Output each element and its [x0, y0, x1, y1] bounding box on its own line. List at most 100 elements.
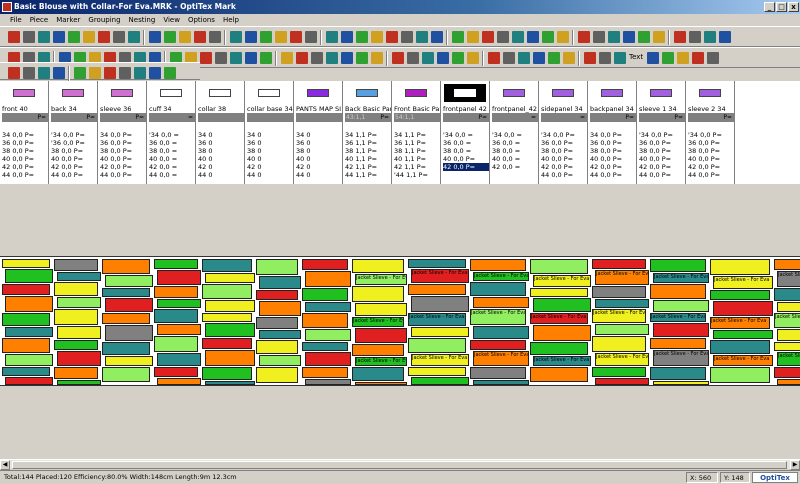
marker-piece[interactable] [205, 381, 255, 385]
marker-piece[interactable] [256, 317, 298, 329]
size-row[interactable]: 44 0 [296, 171, 342, 179]
tool-icon[interactable] [149, 67, 161, 79]
size-row[interactable]: 38 1,1 P= [345, 147, 391, 155]
marker-piece[interactable] [653, 381, 709, 385]
piece-tile[interactable]: sleeve 2 34 P= '34 0,0 P= 36 0,0 P= 38 0,0 P… [686, 81, 735, 184]
marker-piece[interactable] [650, 367, 706, 380]
size-row[interactable]: 38 0 [198, 147, 244, 155]
tool-icon[interactable] [719, 31, 731, 43]
tool-icon[interactable] [638, 31, 650, 43]
size-row[interactable]: 36 0 [247, 139, 293, 147]
marker-piece[interactable] [154, 367, 198, 377]
marker-piece[interactable] [473, 380, 529, 385]
size-row[interactable]: 34 1,1 P= [345, 131, 391, 139]
tool-icon[interactable] [497, 31, 509, 43]
piece-tile[interactable]: frontpanel 42 P= '34 0,0 = 36 0,0 = 38 0,0 =… [441, 81, 490, 184]
marker-piece[interactable] [470, 282, 526, 296]
marker-piece[interactable]: Jacket Slieve - For Eva [352, 317, 404, 327]
marker-piece[interactable] [256, 290, 298, 300]
size-row[interactable]: 36 0,0 P= [688, 139, 734, 147]
size-row[interactable]: 34 1,1 P= [394, 131, 440, 139]
tool-icon[interactable] [113, 31, 125, 43]
menu-view[interactable]: View [163, 16, 180, 24]
marker-piece[interactable] [54, 367, 98, 379]
marker-piece[interactable] [259, 330, 301, 339]
size-row[interactable]: 44 0,0 = [149, 171, 195, 179]
maximize-button[interactable]: □ [776, 2, 787, 12]
tool-icon[interactable] [296, 52, 308, 64]
tool-icon[interactable] [542, 31, 554, 43]
marker-piece[interactable] [592, 259, 646, 269]
size-row[interactable]: 36 0,0 = [492, 139, 538, 147]
piece-tile[interactable]: sleeve 1 34 P= '34 0,0 P= 36 0,0 P= 38 0,0 P… [637, 81, 686, 184]
size-row[interactable]: 42 0 [247, 163, 293, 171]
size-row[interactable]: 34 0,0 P= [590, 131, 636, 139]
marker-piece[interactable] [710, 290, 770, 300]
size-row[interactable]: 40 0,0 = [149, 155, 195, 163]
marker-piece[interactable] [157, 270, 201, 285]
tool-icon[interactable] [179, 31, 191, 43]
size-row[interactable]: 38 1,1 P= [394, 147, 440, 155]
marker-piece[interactable] [411, 296, 469, 312]
marker-piece[interactable] [154, 336, 198, 352]
marker-piece[interactable] [202, 313, 252, 322]
marker-piece[interactable] [302, 288, 348, 301]
tool-icon[interactable] [260, 52, 272, 64]
size-row[interactable]: 44 0,0 P= [688, 171, 734, 179]
close-button[interactable]: x [788, 2, 799, 12]
tool-icon[interactable] [290, 31, 302, 43]
size-row[interactable]: 40 0,0 P= [443, 155, 489, 163]
piece-tile[interactable]: collar 38 34 0 36 0 38 0 40 0 42 0 44 0 [196, 81, 245, 184]
tool-icon[interactable] [260, 31, 272, 43]
size-row[interactable]: 34 0 [296, 131, 342, 139]
tool-icon[interactable] [548, 52, 560, 64]
marker-piece[interactable] [302, 313, 348, 328]
marker-piece[interactable] [205, 273, 255, 283]
size-row[interactable]: 42 0,0 P= [590, 163, 636, 171]
marker-piece[interactable] [592, 367, 646, 377]
marker-piece[interactable] [54, 340, 98, 350]
marker-piece[interactable] [2, 259, 50, 268]
marker-piece[interactable] [202, 367, 252, 380]
tool-icon[interactable] [452, 31, 464, 43]
size-row[interactable]: 34 0,0 P= [2, 131, 48, 139]
tool-icon[interactable] [164, 67, 176, 79]
size-row[interactable]: 34 0 [247, 131, 293, 139]
marker-piece[interactable] [102, 367, 150, 382]
size-row[interactable]: 40 0 [247, 155, 293, 163]
marker-piece[interactable] [473, 297, 529, 308]
size-row[interactable]: '34 0,0 = [149, 131, 195, 139]
tool-icon[interactable] [431, 31, 443, 43]
marker-piece[interactable] [202, 284, 252, 299]
size-row[interactable]: 42 0,0 P= [541, 163, 587, 171]
tool-icon[interactable] [341, 31, 353, 43]
marker-piece[interactable] [777, 379, 800, 385]
marker-piece[interactable]: Jacket Slieve - For Eva [650, 313, 706, 322]
marker-piece[interactable]: Jacket Slieve - For Eva [595, 353, 649, 366]
marker-piece[interactable] [259, 355, 301, 366]
marker-piece[interactable] [5, 377, 53, 385]
tool-icon[interactable] [245, 52, 257, 64]
marker-piece[interactable]: Jacket Slieve - For Eva [470, 309, 526, 325]
piece-tile[interactable]: front 40 P= 34 0,0 P= 36 0,0 P= 38 0,0 P= 40 … [0, 81, 49, 184]
tool-icon[interactable] [593, 31, 605, 43]
tool-icon[interactable] [23, 31, 35, 43]
marker-piece[interactable] [408, 367, 466, 376]
tool-icon[interactable] [488, 52, 500, 64]
marker-piece[interactable] [355, 328, 407, 343]
marker-piece[interactable] [411, 377, 469, 385]
tool-icon[interactable] [8, 31, 20, 43]
size-row[interactable]: 44 0,0 P= [2, 171, 48, 179]
marker-piece[interactable] [157, 324, 201, 335]
size-row[interactable]: 36 0,0 = [149, 139, 195, 147]
piece-tile[interactable]: collar base 34 34 0 36 0 38 0 40 0 42 0 44 0 [245, 81, 294, 184]
tool-icon[interactable] [527, 31, 539, 43]
size-row[interactable]: 42 0 [198, 163, 244, 171]
size-row[interactable]: 36 0,0 = [443, 139, 489, 147]
tool-icon[interactable] [98, 31, 110, 43]
marker-piece[interactable] [2, 367, 50, 376]
tool-icon[interactable] [386, 31, 398, 43]
marker-piece[interactable] [2, 338, 50, 353]
marker-piece[interactable] [102, 288, 150, 297]
tool-icon[interactable] [164, 31, 176, 43]
